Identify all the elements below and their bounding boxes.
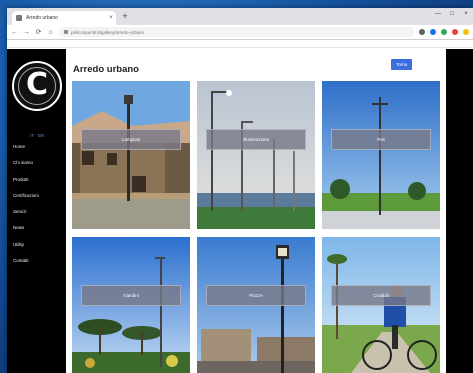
pole-photo bbox=[322, 81, 440, 229]
home-button[interactable]: ⌂ bbox=[47, 29, 54, 36]
extension-icons bbox=[419, 29, 469, 35]
url-text: peliconpuntit.it/gallery/arredo-urbano bbox=[71, 29, 145, 35]
window-controls: — □ × bbox=[431, 8, 473, 20]
menu-item-news[interactable]: News bbox=[13, 223, 39, 239]
lock-icon bbox=[64, 30, 68, 34]
new-tab-button[interactable]: + bbox=[120, 11, 130, 21]
gallery-tile[interactable]: Lampioni bbox=[72, 81, 190, 229]
site-logo[interactable]: C bbox=[12, 61, 62, 111]
browser-toolbar: ← → ⟳ ⌂ peliconpuntit.it/gallery/arredo-… bbox=[7, 25, 473, 40]
lang-en[interactable]: EN bbox=[38, 133, 44, 138]
extension-icon[interactable] bbox=[430, 29, 436, 35]
favicon-icon bbox=[16, 15, 22, 21]
streetlight-photo bbox=[197, 81, 315, 229]
sidebar: C IT EN Home Chi siamo Prodotti Certific… bbox=[7, 49, 66, 373]
menu-item-certificazioni[interactable]: Certificazioni bbox=[13, 191, 39, 207]
extension-icon[interactable] bbox=[452, 29, 458, 35]
village-photo bbox=[72, 81, 190, 229]
close-window-button[interactable]: × bbox=[459, 8, 473, 20]
tile-label: Ciclabili bbox=[331, 285, 431, 306]
menu-item-utility[interactable]: Utility bbox=[13, 240, 39, 256]
page-title: Arredo urbano bbox=[73, 64, 139, 75]
gallery-tile[interactable]: Giardini bbox=[72, 237, 190, 373]
menu-item-home[interactable]: Home bbox=[13, 142, 39, 158]
minimize-button[interactable]: — bbox=[431, 8, 445, 20]
tile-label: Piazze bbox=[206, 285, 306, 306]
page-content: C IT EN Home Chi siamo Prodotti Certific… bbox=[7, 49, 473, 373]
extension-icon[interactable] bbox=[441, 29, 447, 35]
extension-icon[interactable] bbox=[463, 29, 469, 35]
tile-label: Illuminazione bbox=[206, 129, 306, 150]
back-button[interactable]: ← bbox=[11, 29, 18, 36]
extension-icon[interactable] bbox=[419, 29, 425, 35]
menu-item-prodotti[interactable]: Prodotti bbox=[13, 175, 39, 191]
gallery-tile[interactable]: Ciclabili bbox=[322, 237, 440, 373]
browser-tab[interactable]: Arredo urbano × bbox=[12, 11, 116, 25]
lang-it[interactable]: IT bbox=[30, 133, 34, 138]
tile-label: Pali bbox=[331, 129, 431, 150]
tile-label: Giardini bbox=[81, 285, 181, 306]
top-button[interactable]: Torna bbox=[391, 59, 412, 70]
main-panel: Arredo urbano Torna Lampioni Illuminazio… bbox=[66, 49, 446, 373]
right-dark-margin bbox=[446, 49, 473, 373]
gallery-tile[interactable]: Piazze bbox=[197, 237, 315, 373]
menu-item-servizi[interactable]: Servizi bbox=[13, 207, 39, 223]
menu-item-chi-siamo[interactable]: Chi siamo bbox=[13, 158, 39, 174]
tab-strip: Arredo urbano × + — □ × bbox=[7, 8, 473, 25]
forward-button[interactable]: → bbox=[23, 29, 30, 36]
reload-button[interactable]: ⟳ bbox=[35, 28, 42, 36]
language-switcher: IT EN bbox=[30, 133, 44, 138]
gallery-tile[interactable]: Illuminazione bbox=[197, 81, 315, 229]
sidebar-menu: Home Chi siamo Prodotti Certificazioni S… bbox=[13, 142, 39, 272]
logo-mark-icon: C bbox=[25, 67, 49, 102]
bookmarks-bar bbox=[7, 40, 473, 48]
tile-label: Lampioni bbox=[81, 129, 181, 150]
menu-item-contatti[interactable]: Contatti bbox=[13, 256, 39, 272]
close-tab-icon[interactable]: × bbox=[106, 15, 116, 21]
tab-title: Arredo urbano bbox=[26, 15, 58, 21]
address-bar[interactable]: peliconpuntit.it/gallery/arredo-urbano bbox=[59, 27, 414, 37]
maximize-button[interactable]: □ bbox=[445, 8, 459, 20]
browser-window: Arredo urbano × + — □ × ← → ⟳ ⌂ peliconp… bbox=[7, 8, 473, 373]
gallery-tile[interactable]: Pali bbox=[322, 81, 440, 229]
